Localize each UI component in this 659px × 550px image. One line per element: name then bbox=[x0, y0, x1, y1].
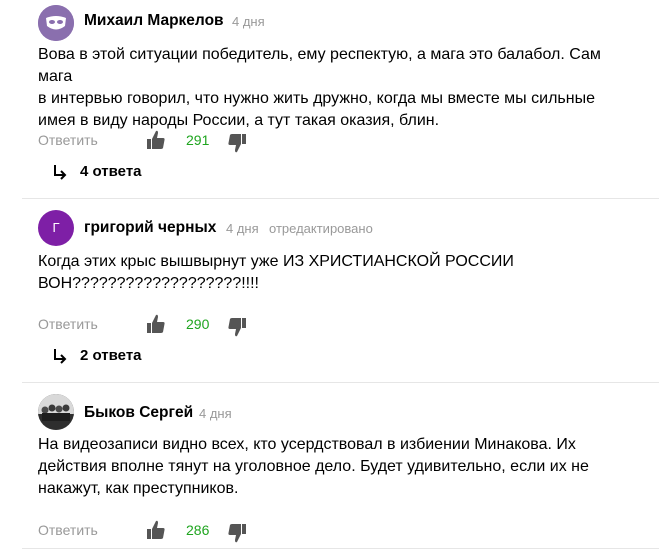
reply-arrow-icon bbox=[54, 349, 67, 364]
thumbs-up-icon[interactable] bbox=[147, 520, 165, 540]
replies-count-label[interactable]: 4 ответа bbox=[80, 163, 142, 180]
comment-text-line: Когда этих крыс вышвырнут уже ИЗ ХРИСТИА… bbox=[38, 253, 514, 270]
comment-time: 4 дня bbox=[199, 406, 232, 421]
comment-actions: Ответить 286 bbox=[38, 520, 278, 543]
comment-actions: Ответить 290 bbox=[38, 314, 278, 337]
like-count: 291 bbox=[186, 132, 210, 148]
comment-actions: Ответить 291 bbox=[38, 130, 278, 153]
edited-label: отредактировано bbox=[269, 221, 373, 236]
author-name[interactable]: Михаил Маркелов bbox=[84, 12, 224, 30]
avatar-letter: Г bbox=[52, 220, 60, 235]
like-count: 286 bbox=[186, 522, 210, 538]
comment-text-line: действия вполне тянут на уголовное дело.… bbox=[38, 458, 589, 475]
reply-arrow-icon bbox=[54, 165, 67, 180]
reply-button[interactable]: Ответить bbox=[38, 316, 98, 332]
comment-text-line: Вова в этой ситуации победитель, ему рес… bbox=[38, 46, 601, 85]
avatar[interactable] bbox=[38, 394, 74, 430]
reply-button[interactable]: Ответить bbox=[38, 132, 98, 148]
comment-text: Когда этих крыс вышвырнут уже ИЗ ХРИСТИА… bbox=[38, 251, 638, 295]
comment-text-line: ВОН???????????????????!!!! bbox=[38, 275, 259, 292]
mask-icon bbox=[38, 5, 74, 41]
author-name[interactable]: григорий черных bbox=[84, 219, 216, 237]
thumbs-down-icon[interactable] bbox=[228, 133, 246, 153]
comment-text: На видеозаписи видно всех, кто усердство… bbox=[38, 434, 638, 500]
divider bbox=[22, 382, 659, 383]
divider bbox=[22, 548, 659, 549]
comment-time: 4 дня bbox=[232, 14, 265, 29]
comment-text-line: На видеозаписи видно всех, кто усердство… bbox=[38, 436, 576, 453]
thumbs-up-icon[interactable] bbox=[147, 130, 165, 150]
group-photo-icon bbox=[38, 394, 74, 430]
comment-text: Вова в этой ситуации победитель, ему рес… bbox=[38, 44, 638, 132]
divider bbox=[22, 198, 659, 199]
avatar[interactable]: Г bbox=[38, 210, 74, 246]
like-count: 290 bbox=[186, 316, 210, 332]
comment-text-line: имея в виду народы России, а тут такая о… bbox=[38, 112, 440, 129]
thumbs-down-icon[interactable] bbox=[228, 317, 246, 337]
comment-time: 4 дня bbox=[226, 221, 259, 236]
comment-text-line: в интервью говорил, что нужно жить дружн… bbox=[38, 90, 595, 107]
avatar[interactable] bbox=[38, 5, 74, 41]
replies-count-label[interactable]: 2 ответа bbox=[80, 347, 142, 364]
author-name[interactable]: Быков Сергей bbox=[84, 404, 193, 422]
thumbs-down-icon[interactable] bbox=[228, 523, 246, 543]
thumbs-up-icon[interactable] bbox=[147, 314, 165, 334]
reply-button[interactable]: Ответить bbox=[38, 522, 98, 538]
comment-text-line: накажут, как преступников. bbox=[38, 480, 239, 497]
